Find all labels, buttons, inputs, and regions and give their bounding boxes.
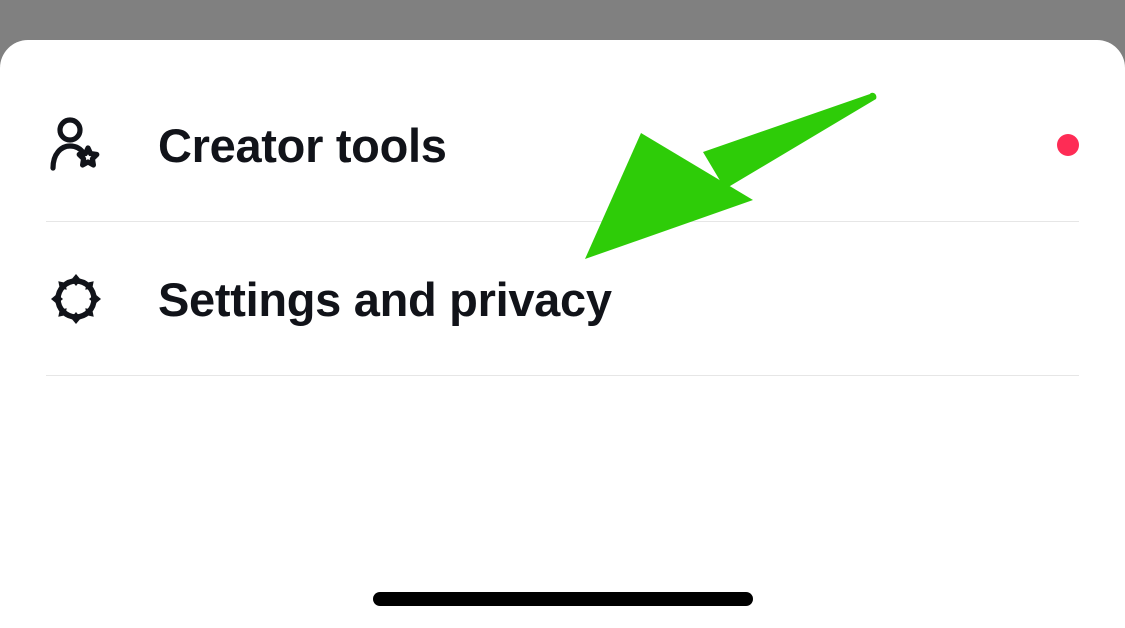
- menu-item-label: Creator tools: [158, 118, 447, 173]
- menu-item-label: Settings and privacy: [158, 272, 612, 327]
- notification-dot: [1057, 134, 1079, 156]
- gear-icon: [46, 269, 106, 329]
- bottom-sheet: Creator tools Settings and privacy: [0, 40, 1125, 628]
- menu-item-settings-privacy[interactable]: Settings and privacy: [0, 222, 1125, 376]
- menu-item-creator-tools[interactable]: Creator tools: [0, 68, 1125, 222]
- home-indicator: [373, 592, 753, 606]
- creator-tools-icon: [46, 115, 106, 175]
